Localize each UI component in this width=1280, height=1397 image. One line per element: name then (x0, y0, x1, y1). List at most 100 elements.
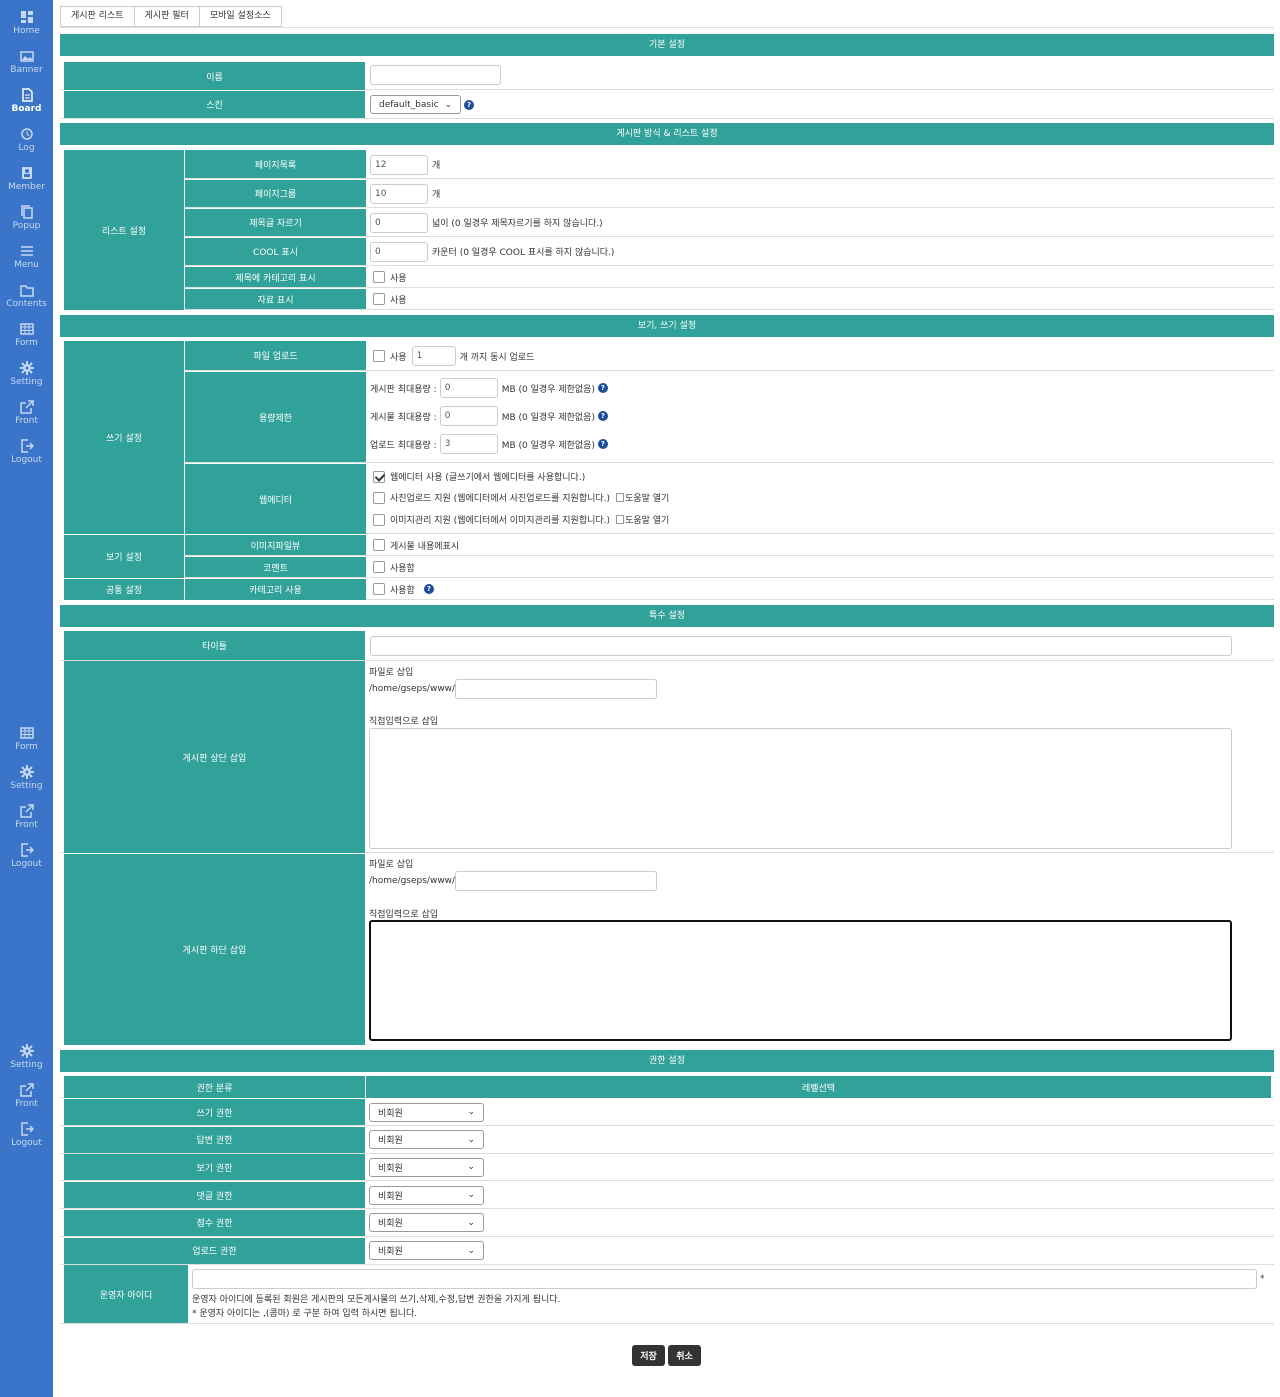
row-upload: 파일 업로드 사용 1 개 까지 동시 업로드 (184, 341, 1274, 371)
board-max-desc: MB (0 일경우 제한없음) (501, 384, 595, 395)
help-icon[interactable]: ? (597, 439, 608, 449)
page-group-label: 페이지그룹 (185, 180, 366, 207)
sidebar-item-label: Log (18, 143, 35, 153)
tab-board-filter[interactable]: 게시판 필터 (133, 6, 200, 27)
perm-row-label: 쓰기 권한 (64, 1099, 365, 1125)
title-cut-input[interactable]: 0 (370, 212, 428, 233)
sidebar-item-form[interactable]: Form (0, 726, 53, 752)
data-show-label: 자료 표시 (185, 289, 366, 309)
upload-count-input[interactable]: 1 (411, 346, 456, 366)
section-special-title: 특수 설정 (60, 605, 1274, 627)
image-help-link[interactable]: 도움말 열기 (625, 513, 669, 526)
sidebar-item-banner[interactable]: Banner (0, 49, 53, 75)
sidebar-item-label: Logout (11, 859, 42, 869)
cancel-button[interactable]: 취소 (668, 1345, 701, 1366)
sidebar-item-setting[interactable]: Setting (0, 361, 53, 387)
comment-checkbox[interactable] (373, 561, 385, 573)
skin-select-value: default_basic (379, 99, 439, 110)
top-insert-textarea[interactable] (369, 728, 1232, 849)
top-insert-label: 게시판 상단 삽입 (64, 661, 365, 853)
image-manage-checkbox[interactable] (373, 513, 385, 526)
sidebar-item-home[interactable]: Home (0, 10, 53, 36)
perm-level-value: 비회원 (378, 1219, 403, 1230)
sidebar-item-logout[interactable]: Logout (0, 439, 53, 465)
perm-row: 보기 권한 비회원 ⌄ (60, 1153, 1274, 1182)
sidebar-item-front[interactable]: Front (0, 400, 53, 426)
sidebar-item-setting[interactable]: Setting (0, 765, 53, 791)
help-icon[interactable]: ? (597, 383, 608, 393)
image-view-checkbox[interactable] (373, 539, 385, 551)
sidebar-item-logout[interactable]: Logout (0, 1122, 53, 1148)
help-icon[interactable]: ? (423, 584, 434, 594)
category-show-label: 제목에 카테고리 표시 (185, 267, 366, 287)
gear-icon (19, 1044, 34, 1058)
row-comment: 코멘트 사용함 (184, 556, 1274, 578)
sidebar-item-setting[interactable]: Setting (0, 1044, 53, 1070)
perm-row-label: 댓글 권한 (64, 1182, 365, 1209)
save-button[interactable]: 저장 (632, 1345, 665, 1366)
page-count-input[interactable]: 12 (370, 154, 428, 175)
category-use-checkbox[interactable] (373, 583, 385, 595)
external-link-icon (19, 1083, 34, 1097)
editor-use-checkbox[interactable] (373, 470, 385, 483)
perm-level-select[interactable]: 비회원 ⌄ (369, 1185, 484, 1205)
page-group-input[interactable]: 10 (370, 183, 428, 204)
sidebar-item-label: Logout (11, 1138, 42, 1148)
external-link-icon (19, 400, 34, 414)
tab-board-list[interactable]: 게시판 리스트 (60, 6, 135, 27)
gear-icon (19, 765, 34, 779)
name-input[interactable] (370, 65, 501, 85)
sidebar-item-label: Member (7, 182, 46, 192)
perm-level-select[interactable]: 비회원 ⌄ (369, 1130, 484, 1150)
perm-level-select[interactable]: 비회원 ⌄ (369, 1157, 484, 1177)
bottom-direct-insert-label: 직접입력으로 삽입 (369, 909, 439, 920)
upload-checkbox[interactable] (373, 350, 385, 362)
section-view-title: 보기, 쓰기 설정 (60, 315, 1274, 337)
category-show-checkbox[interactable] (373, 271, 385, 283)
chevron-down-icon: ⌄ (444, 99, 452, 110)
title-input[interactable] (370, 636, 1232, 656)
perm-level-value: 비회원 (378, 1163, 403, 1174)
data-show-checkbox[interactable] (373, 293, 385, 305)
sidebar-item-member[interactable]: Member (0, 166, 53, 192)
sidebar-item-menu[interactable]: Menu (0, 244, 53, 270)
tab-mobile-source[interactable]: 모바일 설정소스 (198, 6, 282, 27)
top-file-input[interactable] (455, 679, 658, 699)
sidebar-item-contents[interactable]: Contents (0, 283, 53, 309)
data-show-desc: 사용 (390, 295, 407, 306)
perm-level-select[interactable]: 비회원 ⌄ (369, 1102, 484, 1122)
help-icon[interactable]: ? (597, 411, 608, 421)
sidebar-item-popup[interactable]: Popup (0, 205, 53, 231)
section-list-title: 게시판 방식 & 리스트 설정 (60, 123, 1274, 145)
sidebar-item-logout[interactable]: Logout (0, 843, 53, 869)
page-count-unit: 개 (432, 161, 441, 171)
category-show-desc: 사용 (390, 273, 407, 284)
upload-max-input[interactable]: 3 (439, 434, 498, 454)
perm-level-select[interactable]: 비회원 ⌄ (369, 1213, 484, 1233)
admin-input[interactable] (192, 1269, 1257, 1289)
perm-row: 업로드 권한 비회원 ⌄ (60, 1237, 1274, 1265)
bottom-insert-textarea[interactable] (369, 920, 1232, 1041)
cool-input[interactable]: 0 (370, 241, 428, 262)
sidebar-item-front[interactable]: Front (0, 1083, 53, 1109)
bottom-file-input[interactable] (455, 871, 658, 891)
photo-upload-checkbox[interactable] (373, 491, 385, 504)
table-icon (19, 727, 34, 739)
common-group-label: 공통 설정 (64, 579, 184, 600)
row-top-insert: 게시판 상단 삽입 파일로 삽입 /home/gseps/www/ 직접입력으로… (60, 661, 1274, 853)
sidebar-item-label: Banner (10, 65, 43, 75)
title-cut-desc: 넓이 (0 일경우 제목자르기를 하지 않습니다.) (432, 219, 603, 229)
post-max-input[interactable]: 0 (439, 406, 498, 426)
board-max-input[interactable]: 0 (439, 378, 498, 398)
sidebar-item-form[interactable]: Form (0, 322, 53, 348)
photo-help-link[interactable]: 도움말 열기 (625, 491, 669, 504)
sidebar-item-front[interactable]: Front (0, 804, 53, 830)
image-view-desc: 게시물 내용에표시 (390, 541, 460, 552)
help-icon[interactable]: ? (464, 99, 474, 110)
skin-select[interactable]: default_basic ⌄ (370, 95, 461, 114)
sidebar-item-log[interactable]: Log (0, 127, 53, 153)
perm-level-select[interactable]: 비회원 ⌄ (369, 1241, 484, 1260)
sidebar-item-board[interactable]: Board (0, 88, 53, 114)
cool-label: COOL 표시 (185, 238, 366, 265)
folder-icon (19, 285, 34, 297)
